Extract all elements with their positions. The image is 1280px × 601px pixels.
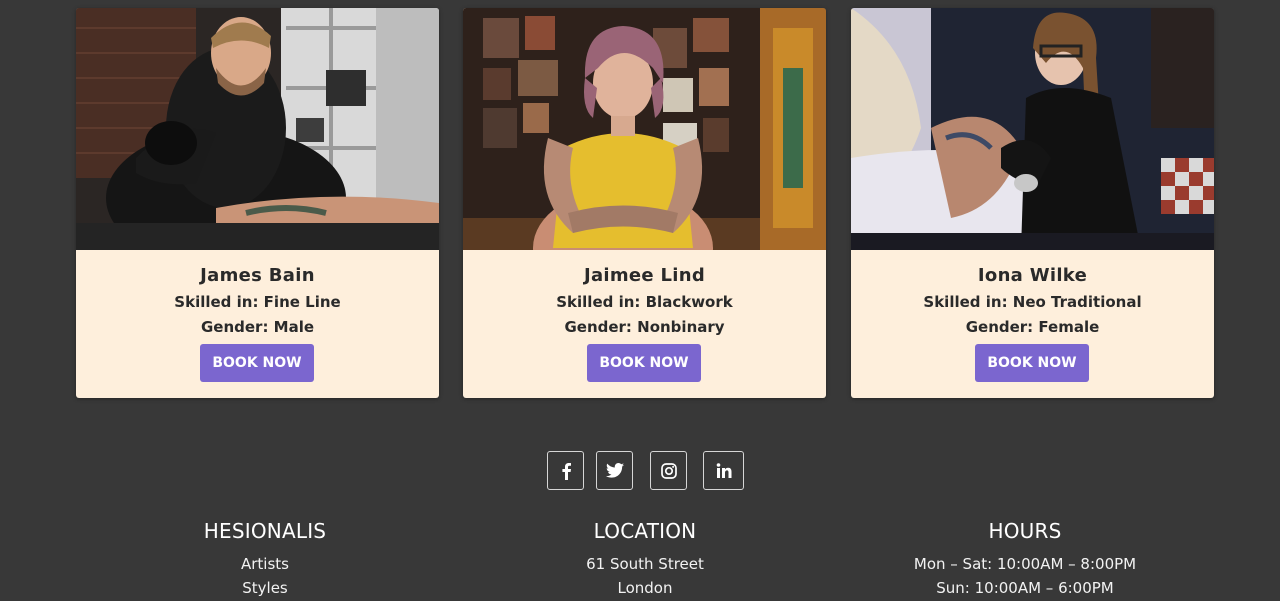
artist-name: James Bain xyxy=(200,265,315,286)
artist-skill: Skilled in: Fine Line xyxy=(174,293,341,311)
footer-brand-column: HESIONALIS Artists Styles xyxy=(115,518,415,600)
instagram-button[interactable] xyxy=(650,451,687,490)
artist-cards: James Bain Skilled in: Fine Line Gender:… xyxy=(76,8,1215,398)
instagram-icon xyxy=(660,462,677,479)
twitter-icon xyxy=(605,463,624,478)
artist-gender: Gender: Female xyxy=(965,318,1100,336)
footer-link-artists[interactable]: Artists xyxy=(115,552,415,576)
footer-location-column: LOCATION 61 South Street London xyxy=(495,518,795,600)
footer-hours-sunday: Sun: 10:00AM – 6:00PM xyxy=(936,579,1114,597)
book-now-button[interactable]: BOOK NOW xyxy=(200,344,314,382)
footer-brand-heading: HESIONALIS xyxy=(203,519,327,543)
linkedin-icon xyxy=(716,463,731,478)
linkedin-button[interactable] xyxy=(703,451,744,490)
twitter-button[interactable] xyxy=(596,451,633,490)
artist-skill: Skilled in: Blackwork xyxy=(556,293,733,311)
artist-gender: Gender: Nonbinary xyxy=(564,318,725,336)
social-links xyxy=(547,451,744,490)
footer-hours-weekday: Mon – Sat: 10:00AM – 8:00PM xyxy=(913,555,1137,573)
artist-card: Jaimee Lind Skilled in: Blackwork Gender… xyxy=(463,8,826,398)
footer-hours-column: HOURS Mon – Sat: 10:00AM – 8:00PM Sun: 1… xyxy=(875,518,1175,600)
artist-name: Iona Wilke xyxy=(977,265,1088,286)
artist-card: James Bain Skilled in: Fine Line Gender:… xyxy=(76,8,439,398)
footer-link-styles[interactable]: Styles xyxy=(115,576,415,600)
footer-hours-heading: HOURS xyxy=(988,519,1062,543)
artist-name: Jaimee Lind xyxy=(583,265,706,286)
artist-photo xyxy=(76,8,439,250)
footer-address-street: 61 South Street xyxy=(586,555,704,573)
book-now-button[interactable]: BOOK NOW xyxy=(587,344,701,382)
book-now-button[interactable]: BOOK NOW xyxy=(975,344,1089,382)
artist-skill: Skilled in: Neo Traditional xyxy=(923,293,1142,311)
artist-photo xyxy=(463,8,826,250)
artist-gender: Gender: Male xyxy=(200,318,315,336)
facebook-icon xyxy=(561,462,571,480)
artist-photo xyxy=(851,8,1214,250)
artist-card: Iona Wilke Skilled in: Neo Traditional G… xyxy=(851,8,1214,398)
footer-location-heading: LOCATION xyxy=(593,519,697,543)
facebook-button[interactable] xyxy=(547,451,584,490)
footer-address-city: London xyxy=(617,579,673,597)
